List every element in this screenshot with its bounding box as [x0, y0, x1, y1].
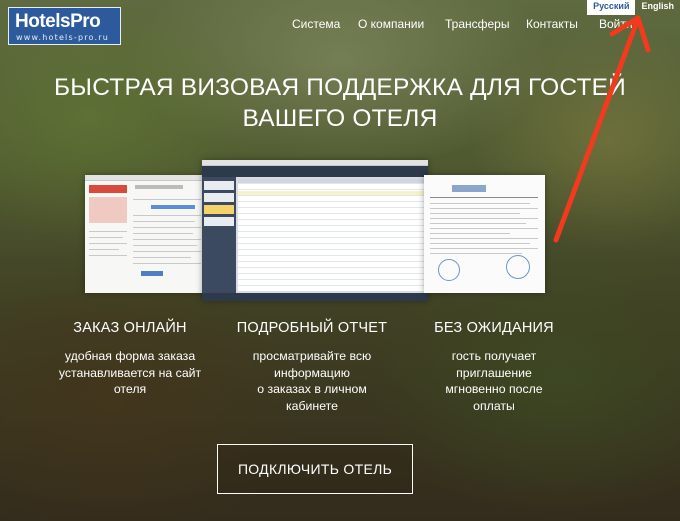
form-support-heading	[151, 205, 195, 209]
nav-item-contacts[interactable]: Контакты	[526, 17, 578, 31]
report-screenshot	[202, 160, 428, 301]
nav-item-about[interactable]: О компании	[358, 17, 424, 31]
feature-title: БЕЗ ОЖИДАНИЯ	[434, 320, 554, 336]
feature-title: ЗАКАЗ ОНЛАЙН	[73, 320, 187, 336]
invitation-stamp-right	[506, 255, 530, 279]
nav-item-system[interactable]: Система	[292, 17, 340, 31]
feature-text-line: оплаты	[473, 398, 515, 413]
feature-text-line: просматривайте всю	[252, 349, 372, 363]
feature-text-line: приглашение	[456, 365, 532, 380]
form-submit-block	[141, 271, 163, 276]
lang-english[interactable]: English	[635, 0, 680, 15]
feature-description: просматривайте всю информацию о заказах …	[217, 348, 407, 414]
report-sidebar	[202, 177, 236, 301]
nav-item-login[interactable]: Войти	[599, 17, 633, 31]
report-header	[202, 166, 428, 177]
feature-text-line: удобная форма заказа	[64, 349, 196, 363]
feature-text-line: информацию	[274, 365, 350, 380]
feature-no-waiting: БЕЗ ОЖИДАНИЯ гость получает приглашение …	[399, 320, 589, 414]
feature-description: удобная форма заказа устанавливается на …	[35, 348, 225, 398]
feature-text-line: отеля	[113, 382, 147, 396]
window-titlebar	[85, 175, 207, 181]
feature-text-line: мгновенно после	[445, 382, 543, 396]
feature-text-line: гость получает	[451, 349, 537, 363]
feature-title: ПОДРОБНЫЙ ОТЧЕТ	[236, 320, 388, 336]
feature-description: гость получает приглашение мгновенно пос…	[399, 348, 589, 414]
invitation-screenshot	[424, 175, 545, 293]
form-logo-block	[89, 185, 127, 193]
logo-url: www.hotels-pro.ru	[16, 33, 109, 42]
nav-item-transfers[interactable]: Трансферы	[445, 17, 509, 31]
hero-title: БЫСТРАЯ ВИЗОВАЯ ПОДДЕРЖКА ДЛЯ ГОСТЕЙ ВАШ…	[0, 72, 680, 134]
report-footer	[202, 293, 428, 301]
form-side-panel	[89, 197, 127, 223]
form-heading-block	[135, 185, 183, 189]
language-switch: Русский English	[587, 0, 680, 15]
feature-online-order: ЗАКАЗ ОНЛАЙН удобная форма заказа устана…	[35, 320, 225, 398]
report-table	[238, 179, 426, 291]
lang-russian[interactable]: Русский	[587, 0, 636, 15]
hero-title-line-1: БЫСТРАЯ ВИЗОВАЯ ПОДДЕРЖКА ДЛЯ ГОСТЕЙ	[54, 74, 626, 101]
feature-text-line: о заказах в личном	[257, 382, 367, 396]
main-nav: Система О компании Трансферы Контакты Во…	[0, 17, 680, 33]
feature-detailed-report: ПОДРОБНЫЙ ОТЧЕТ просматривайте всю инфор…	[217, 320, 407, 414]
invitation-stamp-left	[438, 259, 460, 281]
connect-hotel-button[interactable]: ПОДКЛЮЧИТЬ ОТЕЛЬ	[217, 444, 413, 494]
feature-text-line: кабинете	[286, 398, 338, 413]
hero-title-line-2: ВАШЕГО ОТЕЛЯ	[242, 105, 438, 132]
invitation-logo-block	[452, 185, 486, 192]
order-form-screenshot	[85, 175, 207, 293]
feature-text-line: устанавливается на сайт	[58, 365, 202, 380]
